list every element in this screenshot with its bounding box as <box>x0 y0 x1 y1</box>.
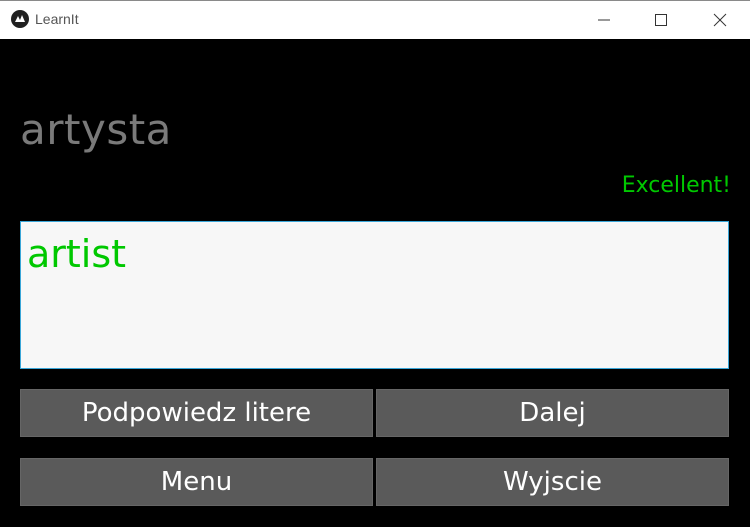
hint-button[interactable]: Podpowiedz litere <box>20 389 373 437</box>
close-button[interactable] <box>691 1 749 39</box>
maximize-icon <box>655 14 667 26</box>
close-icon <box>713 13 727 27</box>
minimize-button[interactable] <box>575 1 633 39</box>
maximize-button[interactable] <box>632 1 690 39</box>
title-bar: LearnIt <box>0 0 750 39</box>
question-word: artysta <box>20 105 172 154</box>
app-logo-icon <box>11 10 29 28</box>
answer-input[interactable]: artist <box>20 221 729 369</box>
menu-button[interactable]: Menu <box>20 458 373 506</box>
minimize-icon <box>598 19 610 21</box>
feedback-label: Excellent! <box>621 173 731 198</box>
next-button[interactable]: Dalej <box>376 389 729 437</box>
exit-button[interactable]: Wyjscie <box>376 458 729 506</box>
window-title: LearnIt <box>35 11 79 27</box>
